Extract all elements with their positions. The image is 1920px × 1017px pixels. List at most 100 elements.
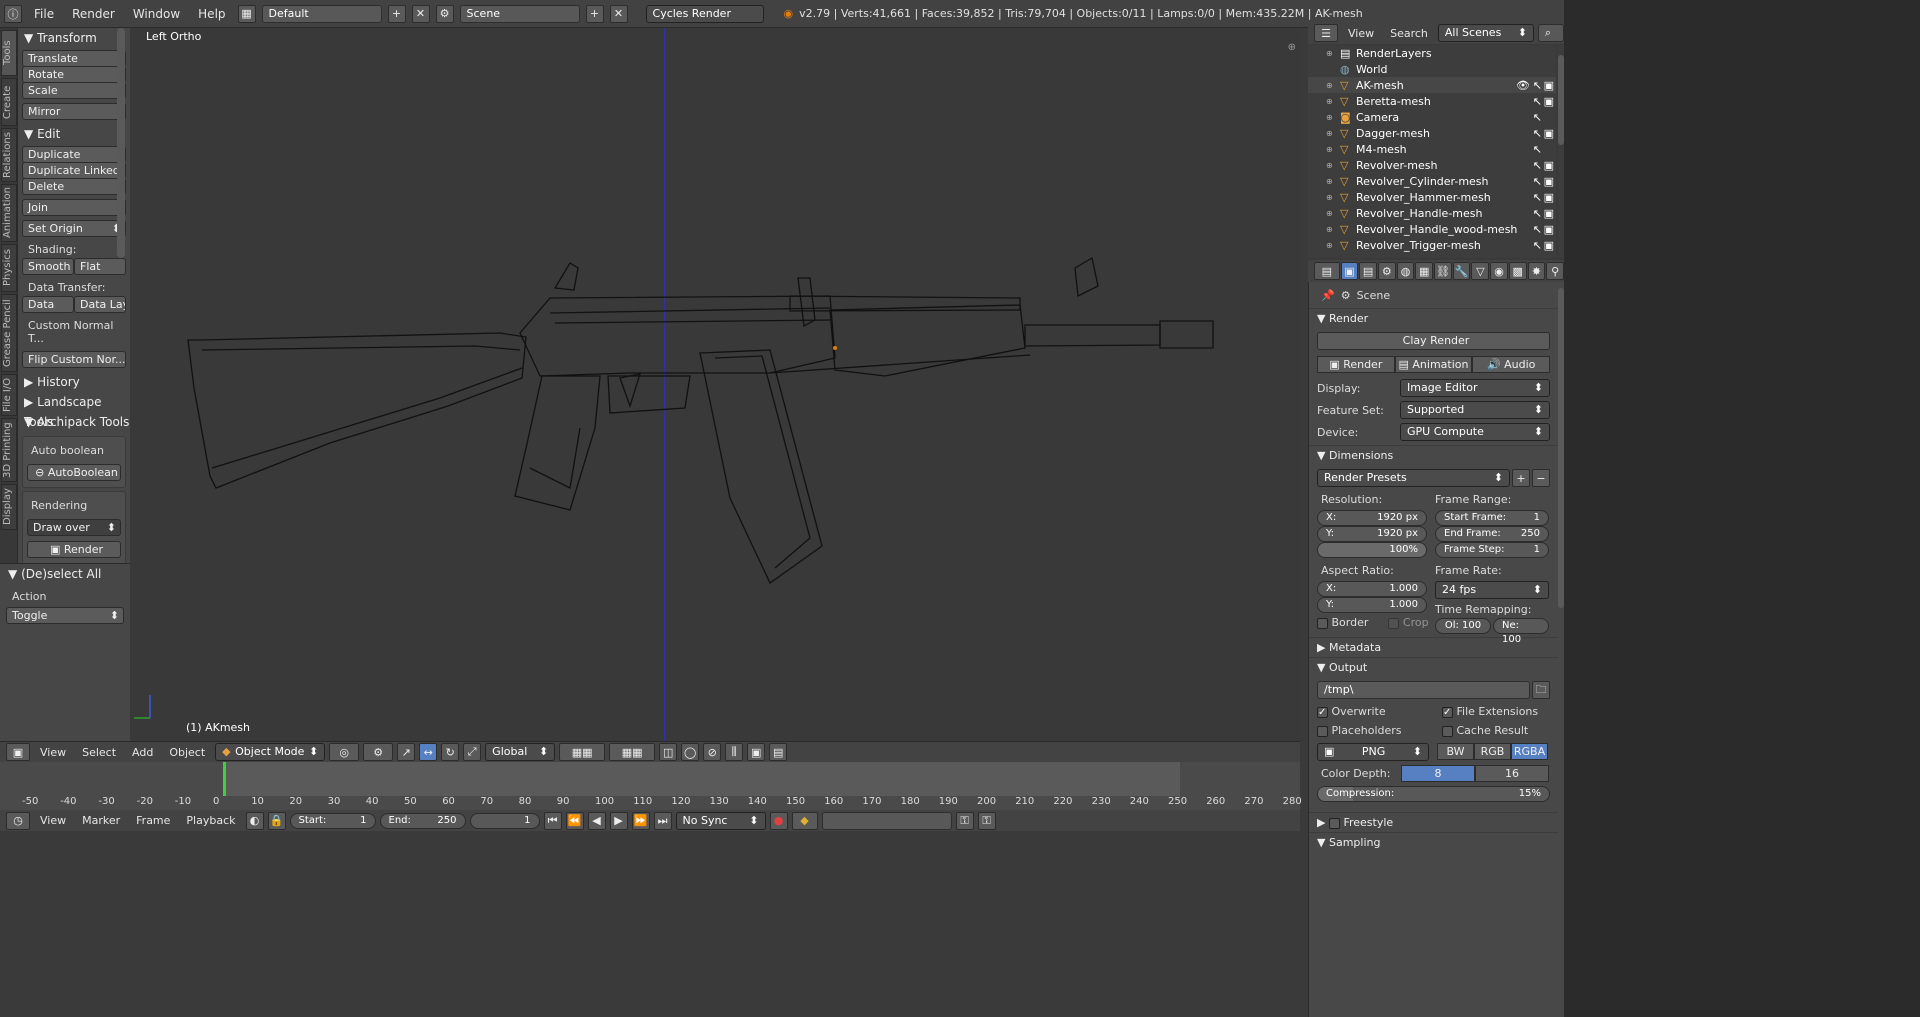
prop-object-icon[interactable]: ▦: [1415, 262, 1434, 280]
outliner-search-field[interactable]: ⌕: [1537, 24, 1564, 42]
action-select[interactable]: Toggle ⬍: [6, 607, 124, 624]
aspect-y-field[interactable]: Y: 1.000: [1317, 597, 1427, 613]
rgb-toggle[interactable]: RGB: [1474, 743, 1511, 760]
select-cursor-icon[interactable]: ↖: [1533, 223, 1542, 236]
data-button[interactable]: Data: [22, 296, 74, 313]
info-editor-icon[interactable]: ⓘ: [4, 4, 22, 23]
prop-world-icon[interactable]: ◍: [1396, 262, 1415, 280]
play-reverse-icon[interactable]: ◀: [587, 811, 606, 830]
overwrite-checkbox[interactable]: Overwrite: [1317, 705, 1442, 718]
opengl-anim-icon[interactable]: ▤: [769, 743, 788, 761]
timeline-editor-icon[interactable]: ◷: [6, 811, 30, 830]
time-old-field[interactable]: Ol: 100: [1435, 618, 1491, 634]
tl-menu-playback[interactable]: Playback: [180, 814, 241, 827]
select-cursor-icon[interactable]: ↖: [1533, 111, 1542, 124]
tab-display[interactable]: Display: [1, 484, 17, 530]
current-frame-field[interactable]: 1: [469, 812, 540, 829]
menu-object[interactable]: Object: [163, 746, 211, 759]
mirror-button[interactable]: Mirror: [22, 103, 126, 120]
opengl-render-icon[interactable]: ▣: [747, 743, 766, 761]
sync-select[interactable]: No Sync ⬍: [675, 811, 766, 830]
menu-select[interactable]: Select: [76, 746, 122, 759]
jump-start-icon[interactable]: ⏮: [543, 811, 562, 830]
sampling-panel-header[interactable]: ▼ Sampling: [1309, 832, 1558, 852]
3d-viewport[interactable]: Left Ortho ⊕ (1) AKmesh: [130, 28, 1300, 741]
start-frame-prop[interactable]: Start Frame: 1: [1435, 510, 1549, 526]
render-toggle-icon[interactable]: ▣: [1544, 79, 1554, 92]
menu-file[interactable]: File: [28, 7, 60, 21]
render-toggle-icon[interactable]: ▣: [1544, 191, 1554, 204]
end-frame-field[interactable]: End: 250: [379, 812, 466, 829]
outliner-filter-select[interactable]: All Scenes ⬍: [1437, 24, 1534, 42]
frame-rate-select[interactable]: 24 fps ⬍: [1435, 581, 1549, 599]
select-cursor-icon[interactable]: ↖: [1533, 239, 1542, 252]
menu-render[interactable]: Render: [66, 7, 121, 21]
prop-layers-icon[interactable]: ▤: [1359, 262, 1377, 280]
list-item[interactable]: ⊕ ▤ RenderLayers: [1308, 45, 1556, 61]
select-cursor-icon[interactable]: ↖: [1533, 127, 1542, 140]
rotate-manipulator-icon[interactable]: ↻: [441, 743, 460, 761]
rgba-toggle[interactable]: RGBA: [1511, 743, 1548, 760]
resolution-percentage[interactable]: 100%: [1317, 542, 1427, 558]
select-cursor-icon[interactable]: ↖: [1533, 95, 1542, 108]
render-button[interactable]: ▣ Render: [1317, 356, 1395, 373]
visibility-eye-icon[interactable]: 👁: [1516, 79, 1530, 92]
custom-normal-button[interactable]: Custom Normal T...: [22, 319, 126, 345]
prop-particles-icon[interactable]: ✸: [1527, 262, 1546, 280]
flat-button[interactable]: Flat: [74, 258, 126, 275]
layout-field[interactable]: Default: [261, 4, 382, 23]
mode-select[interactable]: ◆ Object Mode ⬍: [215, 743, 326, 761]
render-toggle-icon[interactable]: ▣: [1544, 127, 1554, 140]
select-cursor-icon[interactable]: ↖: [1533, 191, 1542, 204]
auto-boolean-button[interactable]: ⊖ AutoBoolean: [27, 464, 121, 481]
timeline-area[interactable]: [0, 762, 1300, 798]
freestyle-panel-header[interactable]: ▶ Freestyle: [1309, 812, 1558, 832]
prop-physics-icon[interactable]: ⚲: [1546, 262, 1564, 280]
archipack-render-button[interactable]: ▣ Render: [27, 541, 121, 558]
depth-16-toggle[interactable]: 16: [1475, 765, 1549, 782]
list-item[interactable]: ⊕ ▽ AK-mesh 👁 ↖ ▣: [1308, 77, 1556, 93]
list-item[interactable]: ⊕ ▽ Revolver_Trigger-mesh ↖ ▣: [1308, 237, 1556, 253]
list-item[interactable]: ⊕ ▽ M4-mesh ↖: [1308, 141, 1556, 157]
render-toggle-icon[interactable]: ▣: [1544, 95, 1554, 108]
display-select[interactable]: Image Editor ⬍: [1400, 379, 1550, 397]
list-item[interactable]: ◍ World: [1308, 61, 1556, 77]
remove-preset-icon[interactable]: −: [1532, 469, 1550, 487]
draw-over-select[interactable]: Draw over ⬍: [27, 519, 121, 536]
compression-slider[interactable]: Compression: 15%: [1317, 786, 1550, 802]
transform-panel-header[interactable]: ▼ Transform: [18, 28, 130, 48]
placeholders-checkbox[interactable]: Placeholders: [1317, 724, 1442, 737]
scene-icon[interactable]: ⚙: [435, 4, 454, 23]
manipulator-icon[interactable]: ↗: [397, 743, 416, 761]
prop-scene-icon[interactable]: ⚙: [1377, 262, 1396, 280]
preview-range-icon[interactable]: ◐: [245, 811, 264, 830]
outliner-menu-view[interactable]: View: [1342, 27, 1380, 40]
file-ext-check-box[interactable]: [1442, 706, 1453, 718]
scale-manipulator-icon[interactable]: ⤢: [463, 743, 482, 761]
properties-editor-icon[interactable]: ▤: [1314, 262, 1340, 280]
animation-button[interactable]: ▤ Animation: [1394, 356, 1473, 373]
add-scene-icon[interactable]: +: [585, 4, 604, 23]
rotate-button[interactable]: Rotate: [22, 66, 126, 83]
data-layout-button[interactable]: Data Lay: [74, 296, 126, 313]
resolution-y-field[interactable]: Y: 1920 px: [1317, 526, 1427, 542]
play-icon[interactable]: ▶: [609, 811, 628, 830]
pivot-icon[interactable]: ⚙: [363, 743, 394, 761]
audio-button[interactable]: 🔊 Audio: [1472, 356, 1551, 373]
dimensions-panel-header[interactable]: ▼ Dimensions: [1309, 445, 1558, 465]
record-icon[interactable]: ●: [769, 811, 788, 830]
operator-panel-header[interactable]: ▼ (De)select All: [0, 564, 130, 584]
tab-grease-pencil[interactable]: Grease Pencil: [1, 294, 17, 372]
menu-help[interactable]: Help: [192, 7, 231, 21]
pin-icon[interactable]: 📌: [1321, 289, 1335, 302]
prop-modifiers-icon[interactable]: 🔧: [1452, 262, 1471, 280]
tab-create[interactable]: Create: [1, 78, 17, 126]
edit-panel-header[interactable]: ▼ Edit: [18, 124, 130, 144]
layer-lock-icon[interactable]: ◫: [659, 743, 678, 761]
select-cursor-icon[interactable]: ↖: [1533, 175, 1542, 188]
cache-check-box[interactable]: [1442, 725, 1453, 737]
device-select[interactable]: GPU Compute ⬍: [1400, 423, 1550, 441]
tl-menu-marker[interactable]: Marker: [76, 814, 126, 827]
render-toggle-icon[interactable]: ▣: [1544, 159, 1554, 172]
prop-material-icon[interactable]: ◉: [1490, 262, 1508, 280]
